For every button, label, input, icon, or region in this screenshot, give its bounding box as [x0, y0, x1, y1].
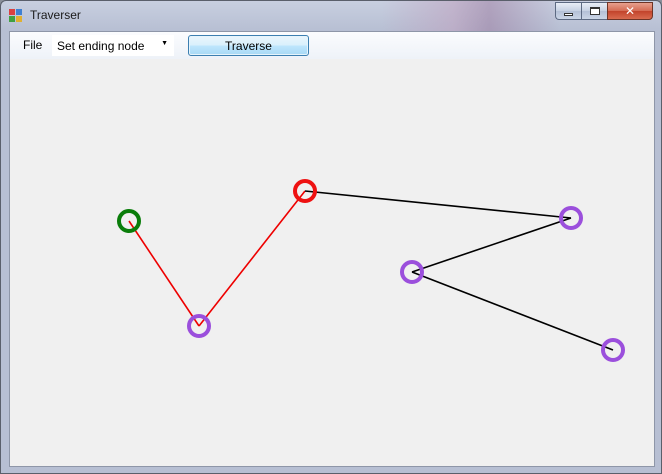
maximize-icon: [589, 7, 600, 15]
maximize-button[interactable]: [581, 2, 607, 20]
title-bar[interactable]: Traverser ✕: [1, 1, 661, 31]
mode-select-value: Set ending node: [57, 39, 145, 53]
window-title: Traverser: [30, 8, 81, 22]
graph-edge-n2-n3: [198, 190, 306, 327]
close-button[interactable]: ✕: [607, 2, 653, 20]
close-icon: ✕: [624, 4, 636, 18]
minimize-icon: [564, 12, 573, 16]
app-icon: [9, 9, 23, 23]
menu-file[interactable]: File: [17, 36, 48, 55]
caption-buttons: ✕: [555, 2, 653, 20]
toolbar: File Set ending node ▼ Traverse: [10, 32, 654, 59]
mode-select[interactable]: Set ending node ▼: [52, 35, 174, 56]
graph-canvas[interactable]: [10, 59, 654, 466]
minimize-button[interactable]: [555, 2, 581, 20]
client-area: File Set ending node ▼ Traverse: [9, 31, 655, 467]
app-window: Traverser ✕ File Set ending node ▼ Trave…: [0, 0, 662, 474]
graph-edge-n4-n5: [411, 217, 572, 273]
graph-edge-n5-n6: [411, 271, 614, 351]
graph-svg[interactable]: [10, 59, 654, 466]
graph-edge-n1-n2: [128, 220, 200, 327]
graph-edge-n3-n4: [304, 190, 572, 219]
traverse-button[interactable]: Traverse: [188, 35, 309, 56]
chevron-down-icon: ▼: [161, 40, 168, 47]
